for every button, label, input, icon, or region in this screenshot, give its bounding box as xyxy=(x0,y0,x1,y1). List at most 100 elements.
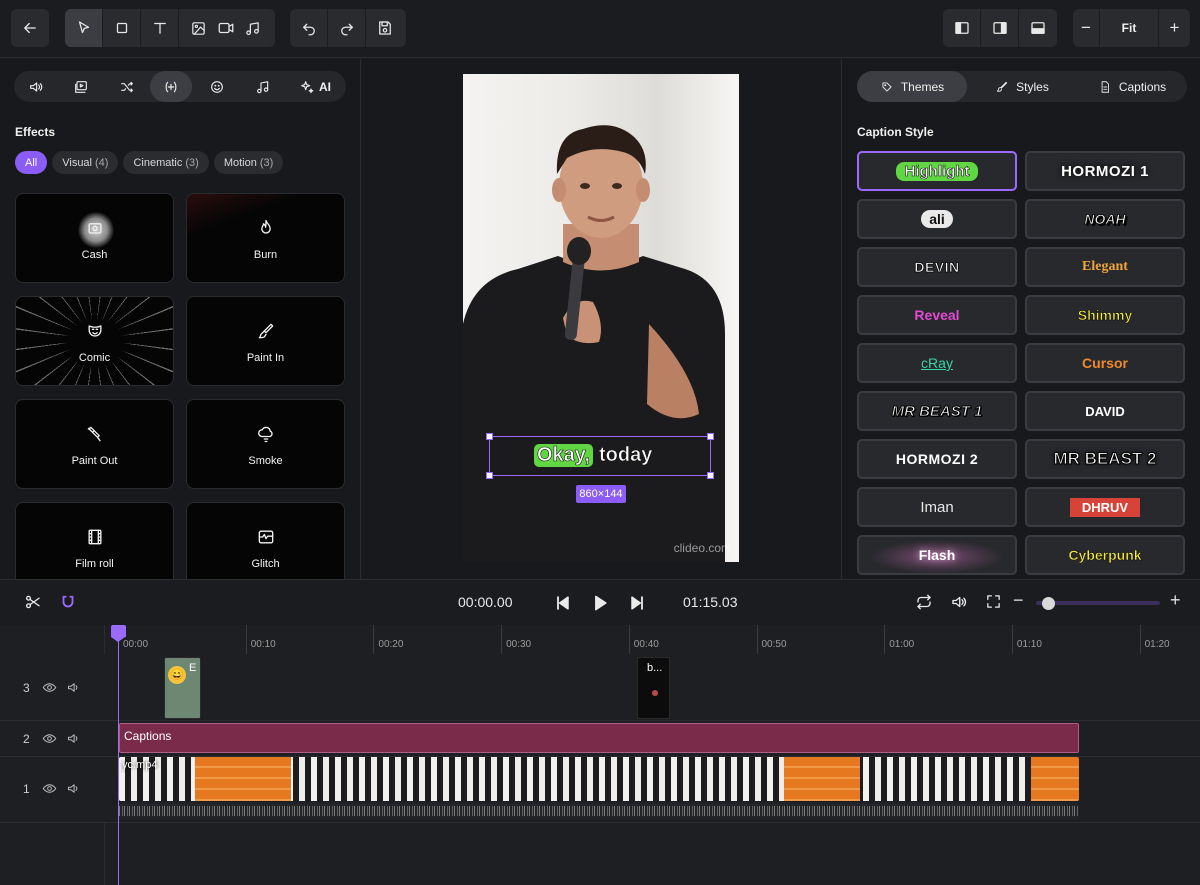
loop-button[interactable] xyxy=(915,593,933,611)
effect-card-glitch[interactable]: Glitch xyxy=(186,502,345,579)
video-tool-button[interactable] xyxy=(212,9,239,47)
style-iman[interactable]: Iman xyxy=(857,487,1017,527)
style-hormozi-1[interactable]: HORMOZI 1 xyxy=(1025,151,1185,191)
style-david[interactable]: DAVID xyxy=(1025,391,1185,431)
style-noah[interactable]: NOAH xyxy=(1025,199,1185,239)
filter-all[interactable]: All xyxy=(15,151,48,174)
filter-visual[interactable]: Visual (4) xyxy=(52,151,119,174)
pointer-tool-button[interactable] xyxy=(65,9,103,47)
tab-audio[interactable] xyxy=(14,71,58,102)
zoom-value[interactable]: Fit xyxy=(1100,9,1159,47)
layout-right-button[interactable] xyxy=(981,9,1019,47)
back-button[interactable] xyxy=(11,9,49,47)
clip-label: E xyxy=(189,662,197,674)
style-flash[interactable]: Flash xyxy=(857,535,1017,575)
style-cursor[interactable]: Cursor xyxy=(1025,343,1185,383)
style-devin[interactable]: DEVIN xyxy=(857,247,1017,287)
effect-card-paint-in[interactable]: Paint In xyxy=(186,296,345,386)
shape-tool-button[interactable] xyxy=(103,9,141,47)
style-mr-beast-1[interactable]: MR BEAST 1 xyxy=(857,391,1017,431)
timeline-zoom-out[interactable]: − xyxy=(1013,590,1024,611)
style-cyberpunk[interactable]: Cyberpunk xyxy=(1025,535,1185,575)
effect-card-comic[interactable]: Comic xyxy=(15,296,174,386)
effect-card-paint-out[interactable]: Paint Out xyxy=(15,399,174,489)
zoom-out-button[interactable]: − xyxy=(1073,9,1100,47)
style-dhruv[interactable]: DHRUV xyxy=(1025,487,1185,527)
effect-label: Comic xyxy=(78,352,111,364)
time-ruler[interactable]: 00:00 00:10 00:20 00:30 00:40 00:50 01:00 01:10… xyxy=(105,625,1200,654)
filter-motion[interactable]: Motion (3) xyxy=(213,151,284,174)
tab-music[interactable] xyxy=(242,71,284,102)
tab-captions[interactable]: Captions xyxy=(1077,71,1187,102)
style-reveal[interactable]: Reveal xyxy=(857,295,1017,335)
image-clip[interactable]: b... xyxy=(637,657,670,719)
style-mr-beast-2[interactable]: MR BEAST 2 xyxy=(1025,439,1185,479)
track-visibility-toggle[interactable] xyxy=(42,680,57,695)
track-mute-toggle[interactable] xyxy=(66,781,81,796)
zoom-slider-knob[interactable] xyxy=(1042,596,1055,610)
tab-media[interactable] xyxy=(58,71,104,102)
play-button[interactable] xyxy=(590,593,610,613)
redo-button[interactable] xyxy=(328,9,366,47)
undo-button[interactable] xyxy=(290,9,328,47)
tab-styles[interactable]: Styles xyxy=(967,71,1077,102)
style-shimmy[interactable]: Shimmy xyxy=(1025,295,1185,335)
clip-thumbnail xyxy=(652,690,658,696)
effect-card-film-roll[interactable]: Film roll xyxy=(15,502,174,579)
volume-button[interactable] xyxy=(950,593,968,611)
style-hormozi-2[interactable]: HORMOZI 2 xyxy=(857,439,1017,479)
tab-transitions[interactable] xyxy=(104,71,150,102)
effect-card-smoke[interactable]: Smoke xyxy=(186,399,345,489)
track-visibility-toggle[interactable] xyxy=(42,781,57,796)
split-button[interactable] xyxy=(24,593,42,611)
resize-handle[interactable] xyxy=(707,472,714,479)
tab-effects[interactable] xyxy=(150,71,192,102)
style-highlight[interactable]: Highlight xyxy=(857,151,1017,191)
layout-group xyxy=(943,9,1057,47)
video-clip[interactable]: yc.mp4 xyxy=(119,757,1079,801)
captions-clip[interactable]: Captions xyxy=(119,723,1079,753)
playhead[interactable] xyxy=(111,625,126,885)
tab-themes[interactable]: Themes xyxy=(857,71,967,102)
caption-highlight-word: Okay, xyxy=(534,444,593,467)
image-tool-button[interactable] xyxy=(185,9,212,47)
resize-handle[interactable] xyxy=(486,472,493,479)
track-visibility-toggle[interactable] xyxy=(42,731,57,746)
style-label: Iman xyxy=(920,498,954,516)
zoom-in-button[interactable]: + xyxy=(1159,9,1190,47)
track-mute-toggle[interactable] xyxy=(66,731,81,746)
audio-waveform[interactable] xyxy=(119,803,1079,819)
effect-filters: All Visual (4) Cinematic (3) Motion (3) xyxy=(15,151,284,174)
timeline-zoom-in[interactable]: + xyxy=(1170,590,1181,611)
tab-stickers[interactable] xyxy=(192,71,242,102)
skip-forward-button[interactable] xyxy=(627,593,647,613)
layout-bottom-button[interactable] xyxy=(1019,9,1057,47)
magnet-snap-button[interactable] xyxy=(59,593,77,611)
caption-selection-box[interactable]: Okay, today xyxy=(486,433,714,479)
track-header-3: 3 xyxy=(0,654,105,721)
filter-cinematic[interactable]: Cinematic (3) xyxy=(123,151,209,174)
effect-card-burn[interactable]: Burn xyxy=(186,193,345,283)
effect-label: Paint In xyxy=(246,352,285,364)
track-mute-toggle[interactable] xyxy=(66,680,81,695)
resize-handle[interactable] xyxy=(486,433,493,440)
style-cray[interactable]: cRay xyxy=(857,343,1017,383)
skip-back-button[interactable] xyxy=(553,593,573,613)
style-elegant[interactable]: Elegant xyxy=(1025,247,1185,287)
track-number: 3 xyxy=(23,681,30,695)
text-tool-button[interactable] xyxy=(141,9,179,47)
fullscreen-button[interactable] xyxy=(985,593,1002,610)
resize-handle[interactable] xyxy=(707,433,714,440)
save-button[interactable] xyxy=(366,9,404,47)
effect-card-cash[interactable]: Cash xyxy=(15,193,174,283)
playhead-handle[interactable] xyxy=(111,625,126,637)
audio-tool-button[interactable] xyxy=(239,9,266,47)
ruler-tick xyxy=(1139,625,1141,654)
text-icon xyxy=(153,22,166,34)
timeline-zoom-slider[interactable] xyxy=(1036,596,1160,610)
redo-icon xyxy=(340,23,353,36)
sticker-clip[interactable]: 😄 E xyxy=(164,657,201,719)
style-ali[interactable]: ali xyxy=(857,199,1017,239)
layout-left-button[interactable] xyxy=(943,9,981,47)
tab-ai[interactable]: AI xyxy=(284,71,346,102)
